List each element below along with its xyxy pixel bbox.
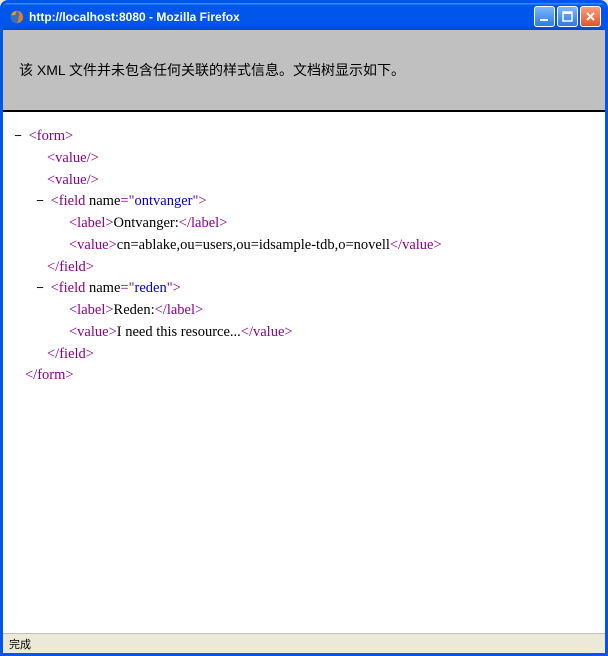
statusbar: 完成 xyxy=(3,633,605,653)
tag-part: =" xyxy=(120,280,134,296)
status-text: 完成 xyxy=(9,636,31,652)
xml-node: <value>cn=ablake,ou=users,ou=idsample-td… xyxy=(11,235,597,257)
tag-open: <value> xyxy=(69,324,117,340)
tag-part: "> xyxy=(193,193,207,209)
xml-node: − <field name="ontvanger"> xyxy=(11,191,597,213)
window-title: http://localhost:8080 - Mozilla Firefox xyxy=(29,10,534,24)
tag-close: </form> xyxy=(25,367,74,383)
tag-open: <label> xyxy=(69,302,114,318)
text-content: Reden: xyxy=(114,302,155,318)
minimize-button[interactable] xyxy=(534,6,555,27)
window-buttons xyxy=(534,6,601,27)
xml-info-banner: 该 XML 文件并未包含任何关联的样式信息。文档树显示如下。 xyxy=(3,30,605,112)
tag-open: <value> xyxy=(69,237,117,253)
text-content: cn=ablake,ou=users,ou=idsample-tdb,o=nov… xyxy=(117,237,390,253)
tag-close: </field> xyxy=(47,346,94,362)
attr-name: name xyxy=(89,280,120,296)
xml-node: </form> xyxy=(11,365,597,387)
attr-name: name xyxy=(89,193,120,209)
xml-node: <value>I need this resource...</value> xyxy=(11,322,597,344)
xml-node: − <form> xyxy=(11,126,597,148)
titlebar[interactable]: http://localhost:8080 - Mozilla Firefox xyxy=(3,3,605,30)
tag-self: <value/> xyxy=(47,150,99,166)
tag-open: <label> xyxy=(69,215,114,231)
tag-open: <field xyxy=(51,280,89,296)
tag-close: </label> xyxy=(155,302,204,318)
xml-node: − <field name="reden"> xyxy=(11,278,597,300)
banner-text: 该 XML 文件并未包含任何关联的样式信息。文档树显示如下。 xyxy=(19,62,405,78)
close-button[interactable] xyxy=(580,6,601,27)
xml-node: </field> xyxy=(11,344,597,366)
tag-close: </label> xyxy=(179,215,228,231)
text-content: I need this resource... xyxy=(117,324,241,340)
browser-window: http://localhost:8080 - Mozilla Firefox … xyxy=(0,0,608,656)
collapse-toggle[interactable]: − xyxy=(33,278,47,298)
attr-value: reden xyxy=(135,280,167,296)
maximize-button[interactable] xyxy=(557,6,578,27)
attr-value: ontvanger xyxy=(135,193,193,209)
tag-self: <value/> xyxy=(47,172,99,188)
xml-node: <label>Ontvanger:</label> xyxy=(11,213,597,235)
collapse-toggle[interactable]: − xyxy=(33,191,47,211)
tag-part: "> xyxy=(167,280,181,296)
tag-open: <field xyxy=(51,193,89,209)
tag-open: <form> xyxy=(29,128,74,144)
tag-close: </field> xyxy=(47,259,94,275)
xml-node: <value/> xyxy=(11,148,597,170)
tag-close: </value> xyxy=(241,324,293,340)
xml-node: <label>Reden:</label> xyxy=(11,300,597,322)
tag-close: </value> xyxy=(390,237,442,253)
xml-tree: − <form> <value/> <value/> − <field name… xyxy=(3,112,605,633)
collapse-toggle[interactable]: − xyxy=(11,126,25,146)
xml-node: <value/> xyxy=(11,170,597,192)
firefox-icon xyxy=(9,9,25,25)
xml-node: </field> xyxy=(11,257,597,279)
text-content: Ontvanger: xyxy=(114,215,179,231)
tag-part: =" xyxy=(120,193,134,209)
